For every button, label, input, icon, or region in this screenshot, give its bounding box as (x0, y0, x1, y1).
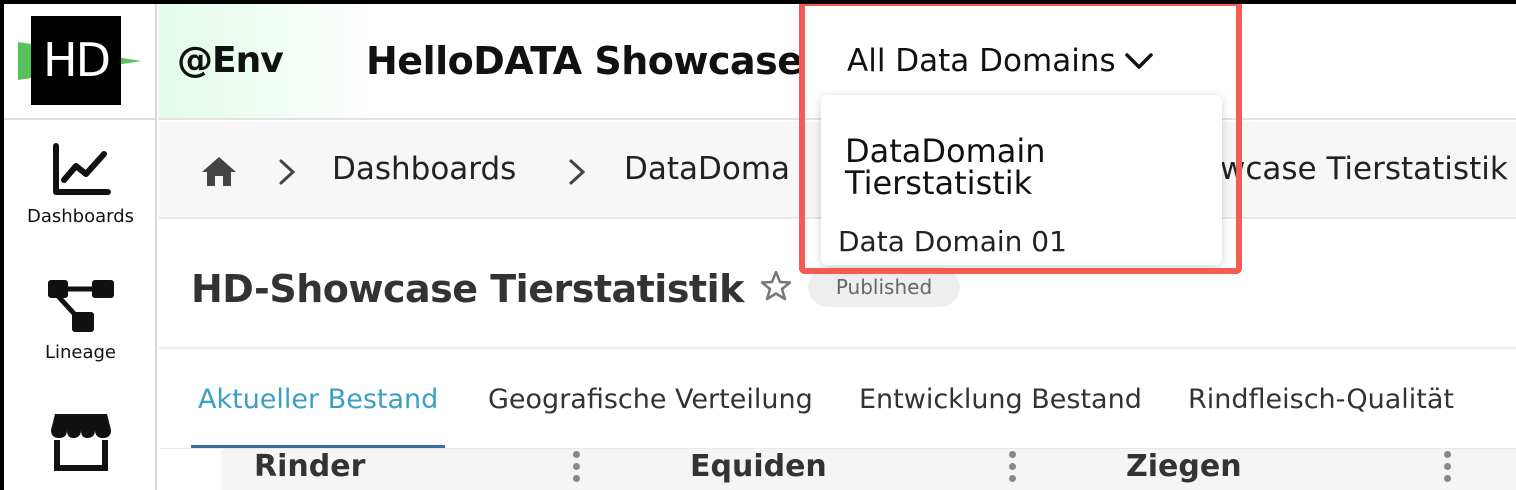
environment-label: @Env (177, 40, 284, 81)
sidebar-item-label: Dashboards (26, 206, 135, 227)
tab-rindfleisch-qualitaet[interactable]: Rindfleisch-Qualität (1188, 384, 1454, 415)
app-window: HD Dashboards Lineage @Env HelloDATA Sho… (4, 4, 1516, 490)
store-icon (50, 414, 111, 471)
tab-aktueller-bestand[interactable]: Aktueller Bestand (198, 384, 438, 415)
lineage-icon (47, 280, 114, 332)
breadcrumb-dashboards[interactable]: Dashboards (332, 151, 516, 187)
sidebar-item-lineage[interactable]: Lineage (4, 278, 157, 363)
chart-cards-area (221, 449, 1516, 490)
breadcrumb-datadomain[interactable]: DataDoma (624, 151, 790, 187)
more-options-icon[interactable] (1009, 451, 1016, 487)
sidebar-item-label: Lineage (44, 342, 117, 363)
page-title: HD-Showcase Tierstatistik (191, 267, 744, 311)
highlight-box (799, 4, 1242, 274)
home-icon[interactable] (201, 156, 237, 186)
tab-geografische-verteilung[interactable]: Geografische Verteilung (488, 384, 813, 415)
divider (159, 347, 1516, 349)
chevron-right-icon (569, 159, 586, 185)
chevron-right-icon (279, 159, 296, 185)
card-title-rinder: Rinder (254, 449, 366, 484)
logo-area[interactable]: HD (4, 4, 157, 120)
more-options-icon[interactable] (1444, 451, 1451, 487)
breadcrumb-current: owcase Tierstatistik (1201, 151, 1508, 187)
tab-entwicklung-bestand[interactable]: Entwicklung Bestand (859, 384, 1142, 415)
card-title-equiden: Equiden (690, 449, 827, 484)
sidebar-item-store[interactable] (4, 408, 157, 472)
sidebar-item-dashboards[interactable]: Dashboards (4, 142, 157, 227)
sidebar: HD Dashboards Lineage (4, 4, 157, 490)
app-title: HelloDATA Showcase (366, 39, 803, 83)
card-title-ziegen: Ziegen (1126, 449, 1242, 484)
star-icon[interactable] (759, 269, 793, 303)
chart-line-icon (52, 143, 111, 195)
logo-text: HD (42, 33, 111, 87)
more-options-icon[interactable] (573, 451, 580, 487)
